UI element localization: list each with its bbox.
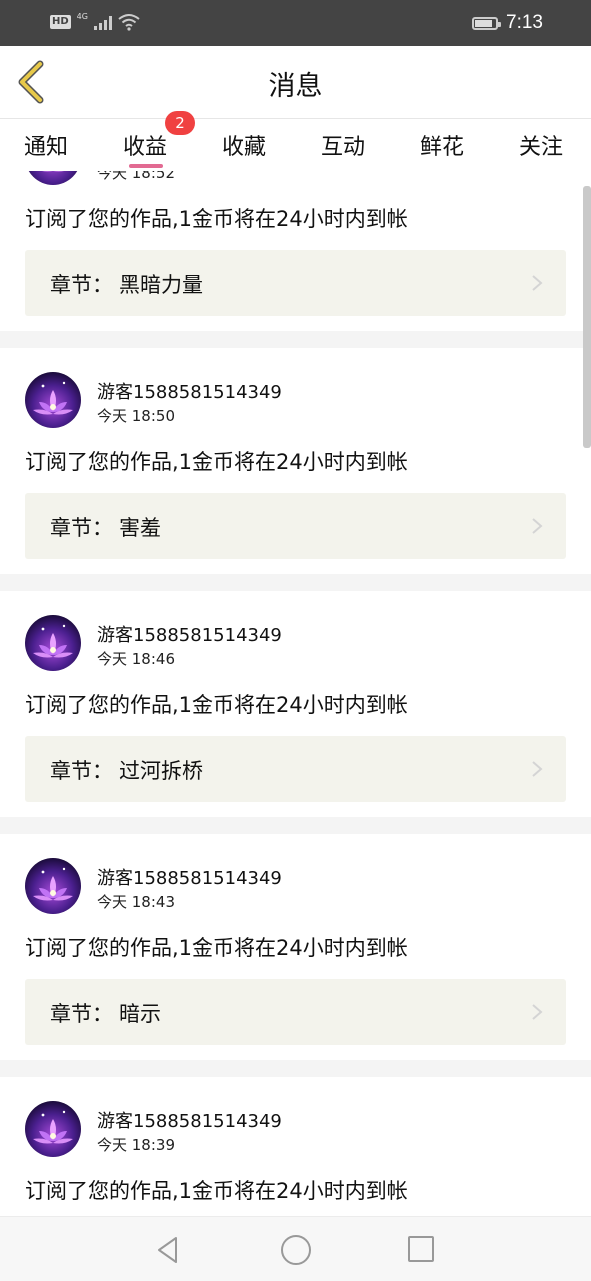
chapter-name: 过河拆桥: [119, 759, 203, 783]
scrollbar[interactable]: [583, 186, 591, 448]
chapter-row[interactable]: 章节： 害羞: [25, 493, 566, 559]
message-text: 订阅了您的作品,1金币将在24小时内到帐: [25, 207, 408, 231]
tab-interaction[interactable]: 互动: [321, 129, 365, 161]
user-name[interactable]: 游客1588581514349: [97, 864, 282, 890]
chapter-row[interactable]: 章节： 过河拆桥: [25, 736, 566, 802]
user-name[interactable]: 游客1588581514349: [97, 1107, 282, 1133]
user-avatar[interactable]: [25, 171, 81, 185]
chapter-text: 章节： 害羞: [50, 512, 161, 542]
message-text: 订阅了您的作品,1金币将在24小时内到帐: [25, 693, 408, 717]
message-card-2: 游客1588581514349 今天 18:50 订阅了您的作品,1金币将在24…: [0, 348, 591, 574]
chevron-right-icon: [532, 1004, 543, 1020]
page-title: 消息: [268, 71, 323, 102]
system-nav-bar: [0, 1216, 591, 1281]
tab-favorites[interactable]: 收藏: [222, 129, 266, 161]
status-right: 7:13: [472, 12, 543, 34]
message-text: 订阅了您的作品,1金币将在24小时内到帐: [25, 1179, 408, 1203]
user-avatar[interactable]: [25, 858, 81, 914]
chapter-label: 章节：: [50, 759, 113, 783]
wifi-icon: [118, 14, 140, 31]
user-avatar[interactable]: [25, 1101, 81, 1157]
tab-flowers[interactable]: 鲜花: [420, 129, 464, 161]
network-type: 4G: [76, 12, 88, 21]
chevron-right-icon: [532, 518, 543, 534]
tab-notify[interactable]: 通知: [24, 129, 68, 161]
chapter-label: 章节：: [50, 273, 113, 297]
message-text: 订阅了您的作品,1金币将在24小时内到帐: [25, 936, 408, 960]
message-time: 今天 18:52: [97, 171, 175, 182]
chevron-right-icon: [532, 275, 543, 291]
chapter-text: 章节： 暗示: [50, 998, 161, 1028]
hd-icon: HD: [50, 15, 71, 29]
nav-recent-icon[interactable]: [408, 1236, 434, 1262]
message-time: 今天 18:43: [97, 893, 175, 911]
message-time: 今天 18:50: [97, 407, 175, 425]
tab-earnings[interactable]: 收益: [123, 129, 167, 161]
chapter-text: 章节： 黑暗力量: [50, 269, 203, 299]
user-name[interactable]: 游客1588581514349: [97, 378, 282, 404]
message-card-4: 游客1588581514349 今天 18:43 订阅了您的作品,1金币将在24…: [0, 834, 591, 1060]
message-list: 游客1588581514349 今天 18:52 订阅了您的作品,1金币将在24…: [0, 171, 591, 1216]
message-card-1: 游客1588581514349 今天 18:52 订阅了您的作品,1金币将在24…: [0, 171, 591, 331]
active-tab-indicator: [129, 164, 163, 168]
user-avatar[interactable]: [25, 372, 81, 428]
message-time: 今天 18:39: [97, 1136, 175, 1154]
app-header: 消息: [0, 46, 591, 119]
message-scroll-area[interactable]: 游客1588581514349 今天 18:52 订阅了您的作品,1金币将在24…: [0, 171, 591, 1216]
chapter-row[interactable]: 章节： 暗示: [25, 979, 566, 1045]
nav-back-icon[interactable]: [154, 1235, 184, 1265]
status-time: 7:13: [506, 12, 543, 33]
chapter-label: 章节：: [50, 1002, 113, 1026]
status-left: HD 4G: [50, 13, 140, 31]
tab-follow[interactable]: 关注: [519, 129, 563, 161]
chapter-name: 害羞: [119, 516, 161, 540]
message-time: 今天 18:46: [97, 650, 175, 668]
chevron-right-icon: [532, 761, 543, 777]
chapter-label: 章节：: [50, 516, 113, 540]
chapter-name: 暗示: [119, 1002, 161, 1026]
user-avatar[interactable]: [25, 615, 81, 671]
tab-bar: 通知 收益 2 收藏 互动 鲜花 关注: [0, 111, 591, 171]
status-bar: HD 4G 7:13: [0, 0, 591, 46]
nav-home-icon[interactable]: [281, 1235, 311, 1265]
chapter-name: 黑暗力量: [119, 273, 203, 297]
user-name[interactable]: 游客1588581514349: [97, 621, 282, 647]
message-card-5: 游客1588581514349 今天 18:39 订阅了您的作品,1金币将在24…: [0, 1077, 591, 1216]
chapter-text: 章节： 过河拆桥: [50, 755, 203, 785]
message-text: 订阅了您的作品,1金币将在24小时内到帐: [25, 450, 408, 474]
tab-earnings-badge: 2: [165, 111, 195, 135]
chapter-row[interactable]: 章节： 黑暗力量: [25, 250, 566, 316]
battery-icon: [472, 16, 502, 30]
message-card-3: 游客1588581514349 今天 18:46 订阅了您的作品,1金币将在24…: [0, 591, 591, 817]
signal-icon: [93, 14, 112, 30]
